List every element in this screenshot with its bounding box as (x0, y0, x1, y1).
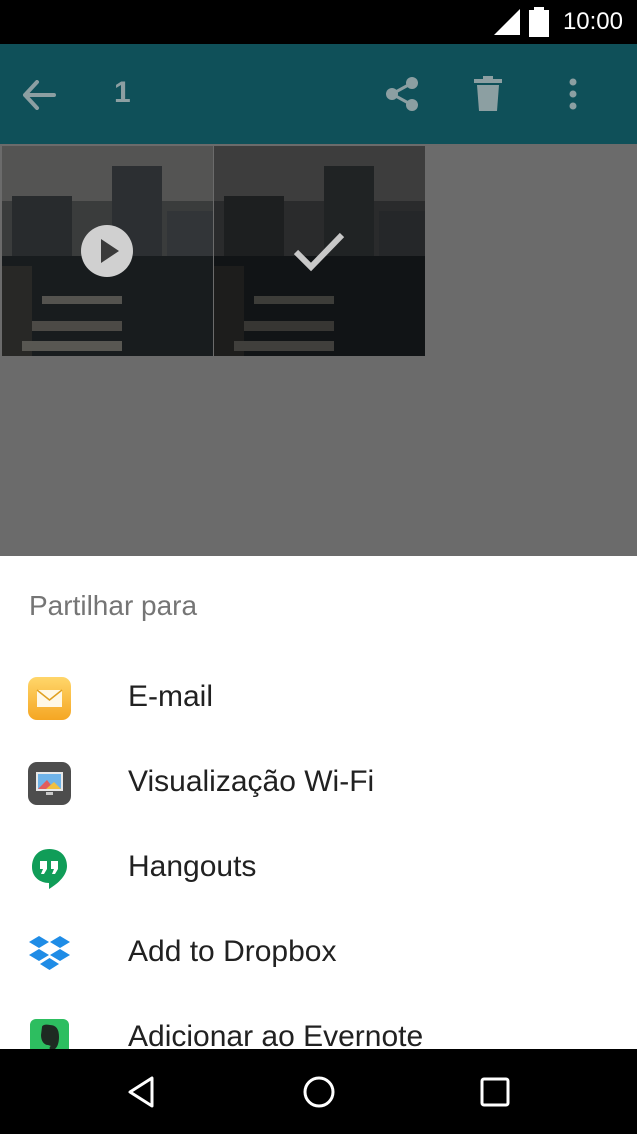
video-thumbnail[interactable] (2, 146, 213, 356)
navigation-bar (0, 1049, 637, 1134)
share-option-label: Add to Dropbox (128, 935, 337, 968)
share-option-wifi-display[interactable]: Visualização Wi-Fi (0, 741, 637, 826)
share-option-label: Visualização Wi-Fi (128, 765, 375, 798)
selection-count: 1 (114, 76, 131, 109)
check-icon (293, 232, 345, 272)
evernote-app-icon (30, 1019, 69, 1049)
share-option-dropbox[interactable]: Add to Dropbox (0, 911, 637, 996)
nav-recents-icon[interactable] (480, 1077, 510, 1107)
back-arrow-icon[interactable] (22, 80, 56, 110)
delete-icon[interactable] (474, 76, 502, 112)
signal-icon (494, 9, 520, 35)
share-option-evernote[interactable]: Adicionar ao Evernote (0, 996, 637, 1049)
battery-icon (529, 7, 549, 37)
selected-photo-thumbnail[interactable] (214, 146, 425, 356)
more-options-icon[interactable] (566, 78, 580, 110)
wifi-display-app-icon (28, 762, 71, 805)
share-option-label: E-mail (128, 680, 214, 713)
app-bar: 1 (0, 44, 637, 144)
hangouts-app-icon (32, 849, 67, 889)
share-option-email[interactable]: E-mail (0, 656, 637, 741)
status-bar: 10:00 (0, 0, 637, 44)
share-option-label: Hangouts (128, 850, 257, 883)
share-option-hangouts[interactable]: Hangouts (0, 826, 637, 911)
share-sheet-title: Partilhar para (29, 590, 198, 621)
play-icon (81, 225, 133, 277)
status-time: 10:00 (562, 8, 623, 35)
email-app-icon (28, 677, 71, 720)
media-grid (0, 144, 637, 556)
share-sheet: Partilhar para E-mail Visualização Wi-Fi (0, 556, 637, 1049)
share-icon[interactable] (384, 76, 420, 112)
dropbox-app-icon (29, 936, 70, 970)
share-option-label: Adicionar ao Evernote (128, 1020, 424, 1049)
nav-home-icon[interactable] (302, 1075, 336, 1109)
nav-back-icon[interactable] (126, 1075, 156, 1109)
